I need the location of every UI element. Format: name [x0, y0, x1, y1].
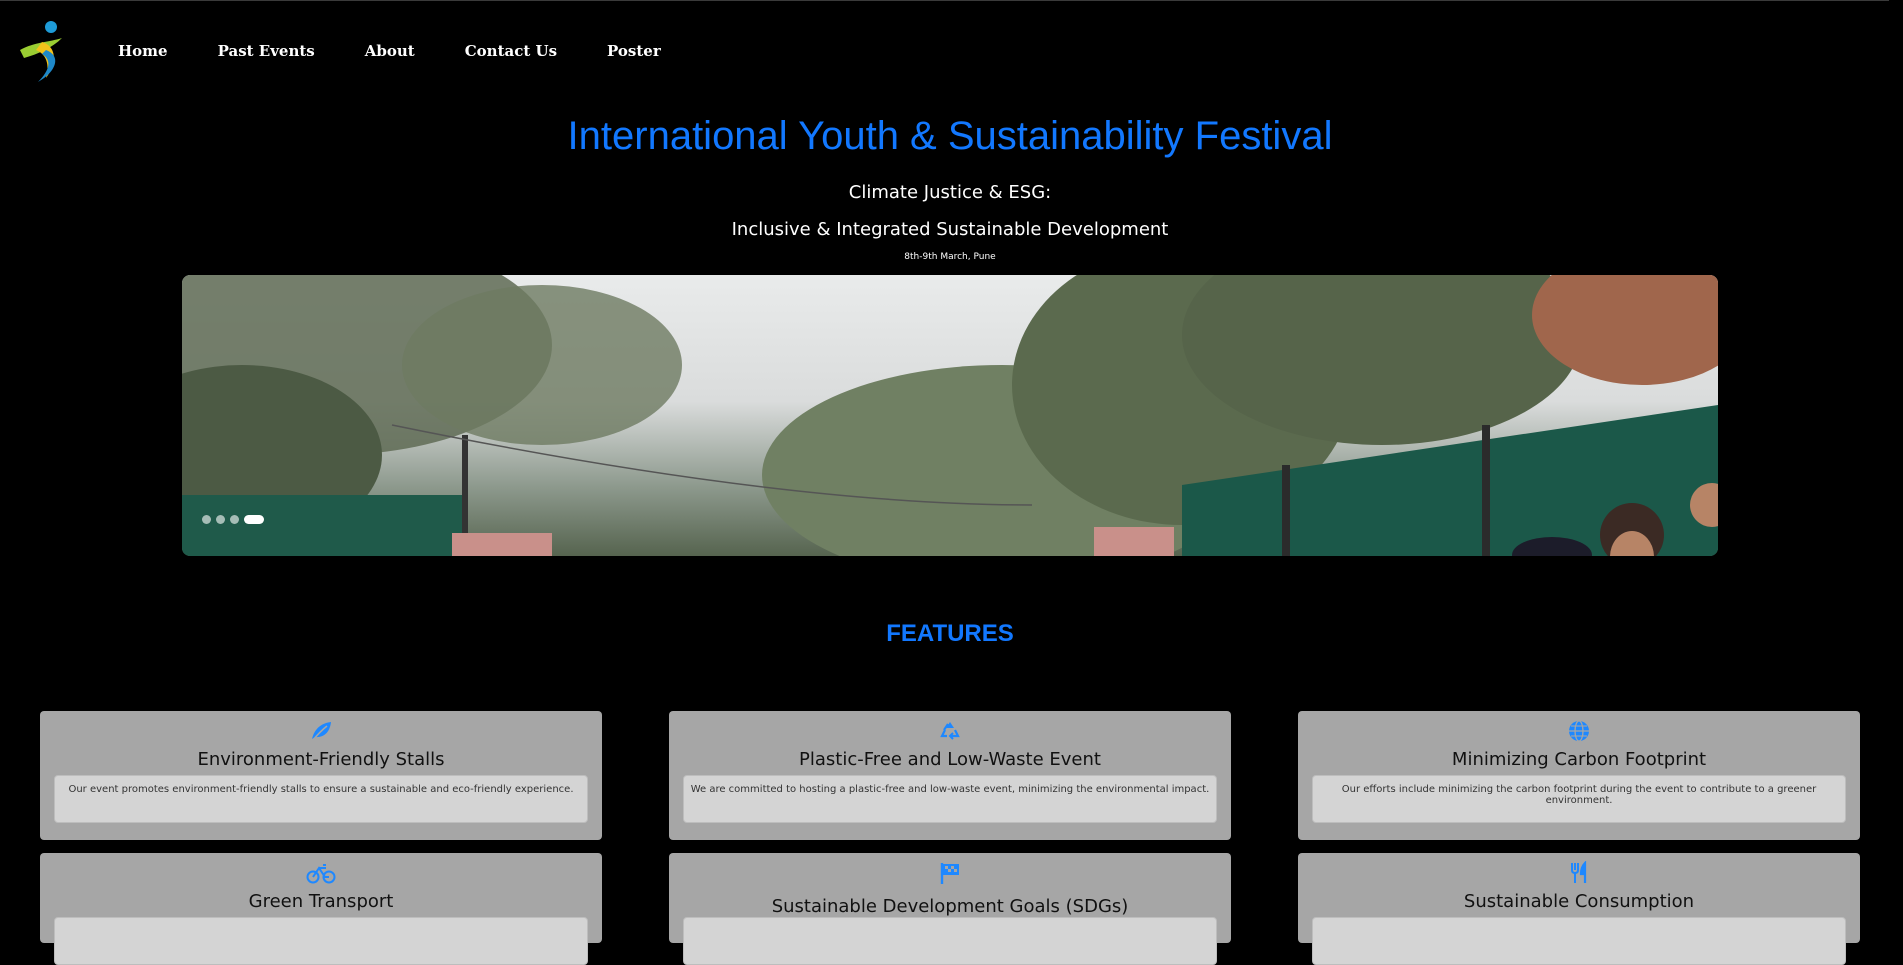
feature-description — [1312, 917, 1846, 965]
feature-title: Environment-Friendly Stalls — [197, 749, 445, 770]
utensils-icon — [1571, 861, 1587, 883]
window-top-border — [0, 0, 1903, 1]
flag-icon — [940, 863, 959, 884]
feature-description: We are committed to hosting a plastic-fr… — [683, 775, 1217, 823]
feature-card-environment-friendly-stalls: Environment-Friendly Stalls Our event pr… — [40, 711, 602, 840]
globe-icon — [1569, 720, 1589, 742]
carousel-dot-1[interactable] — [202, 515, 211, 524]
feature-title: Plastic-Free and Low-Waste Event — [799, 749, 1101, 770]
hero-subtitle-development: Inclusive & Integrated Sustainable Devel… — [731, 219, 1169, 240]
nav-poster-link[interactable]: Poster — [607, 42, 661, 60]
recycle-icon — [940, 722, 960, 740]
festival-logo[interactable] — [16, 20, 72, 84]
nav-contact-us-link[interactable]: Contact Us — [465, 42, 557, 60]
feature-title: Green Transport — [248, 891, 394, 912]
feature-card-sdgs: Sustainable Development Goals (SDGs) — [669, 853, 1231, 965]
feature-title: Sustainable Consumption — [1463, 891, 1695, 912]
hero-subtitle-theme: Climate Justice & ESG: — [848, 182, 1052, 203]
carousel-indicators — [202, 515, 264, 524]
feature-description: Our efforts include minimizing the carbo… — [1312, 775, 1846, 823]
event-date: 8th-9th March, Pune — [904, 252, 996, 262]
photo-carousel[interactable] — [182, 275, 1718, 556]
feature-card-plastic-free: Plastic-Free and Low-Waste Event We are … — [669, 711, 1231, 840]
feature-card-sustainable-consumption: Sustainable Consumption — [1298, 853, 1860, 965]
features-heading: FEATURES — [886, 620, 1014, 647]
top-navbar: Home Past Events About Contact Us Poster — [0, 18, 1880, 90]
carousel-dot-4-active[interactable] — [244, 515, 264, 524]
feature-description: Our event promotes environment-friendly … — [54, 775, 588, 823]
nav-about-link[interactable]: About — [365, 42, 415, 60]
leaf-icon — [312, 722, 331, 741]
feature-title: Minimizing Carbon Footprint — [1451, 749, 1707, 770]
carousel-dot-3[interactable] — [230, 515, 239, 524]
hero-title: International Youth & Sustainability Fes… — [567, 114, 1333, 158]
feature-card-carbon-footprint: Minimizing Carbon Footprint Our efforts … — [1298, 711, 1860, 840]
feature-description — [683, 917, 1217, 965]
page-scrollbar[interactable] — [1889, 0, 1903, 929]
feature-description — [54, 917, 588, 965]
bicycle-icon — [306, 864, 336, 884]
feature-card-green-transport: Green Transport — [40, 853, 602, 965]
feature-title: Sustainable Development Goals (SDGs) — [771, 896, 1129, 917]
carousel-slide-image — [182, 275, 1718, 556]
nav-past-events-link[interactable]: Past Events — [218, 42, 315, 60]
carousel-dot-2[interactable] — [216, 515, 225, 524]
nav-home-link[interactable]: Home — [118, 42, 168, 60]
